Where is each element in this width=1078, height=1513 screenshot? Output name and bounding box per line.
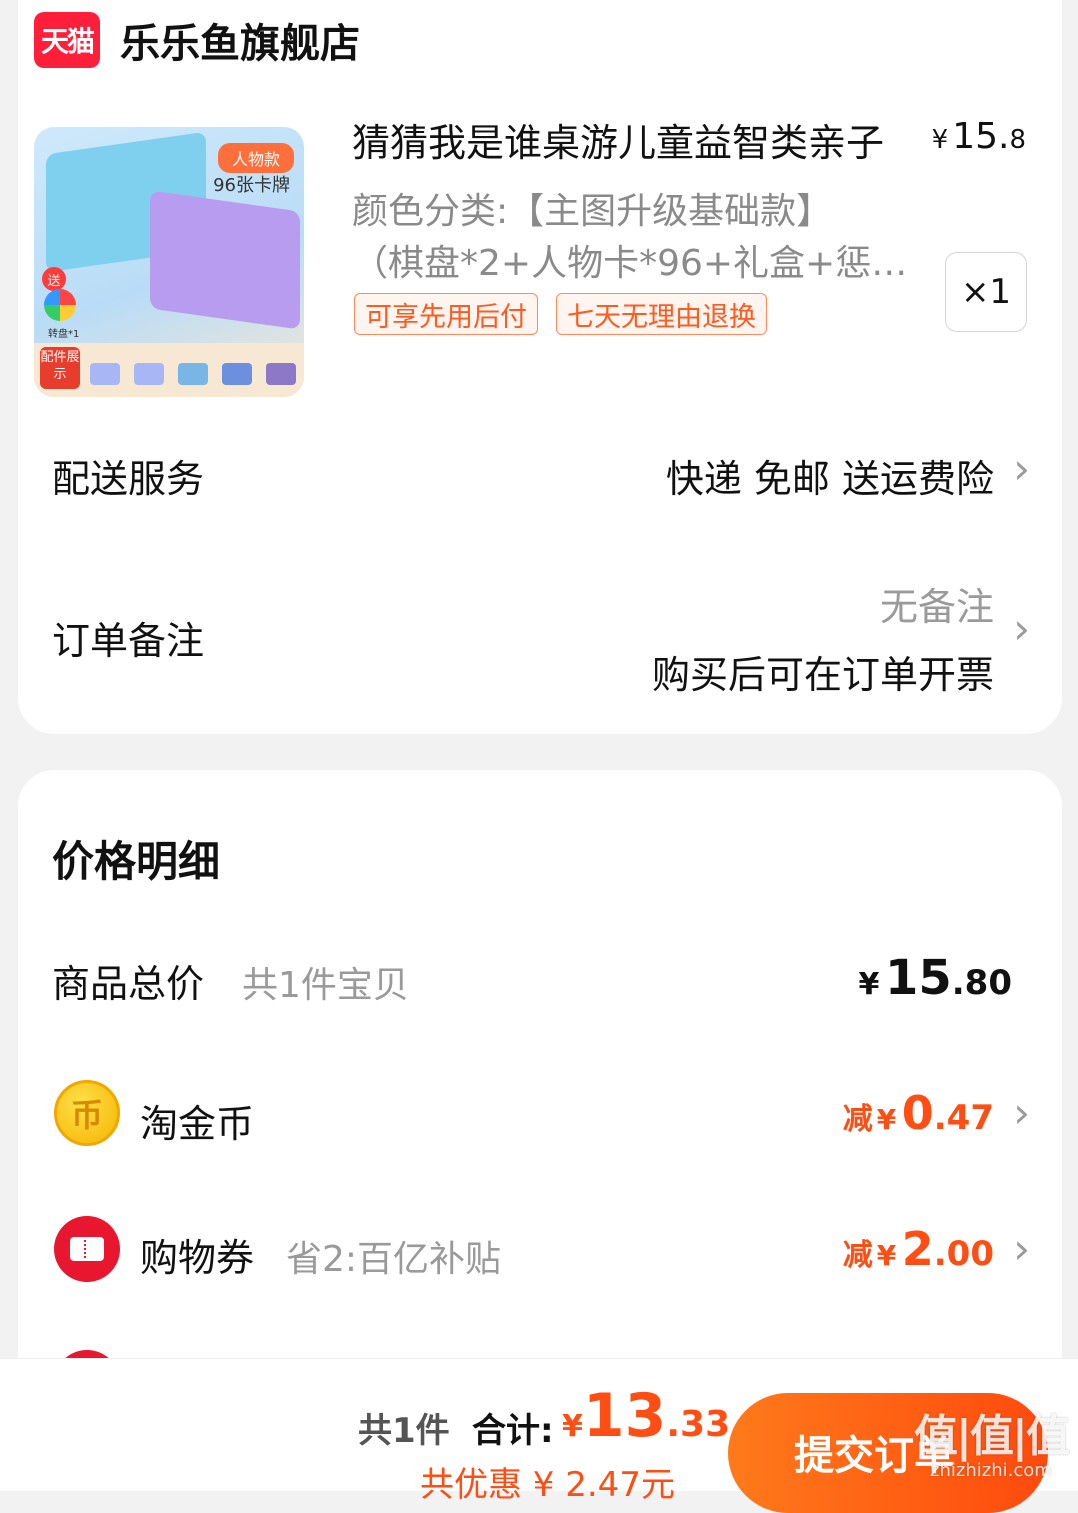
price-integer: 15 — [884, 950, 952, 1006]
part-thumb — [90, 363, 120, 385]
currency-symbol: ¥ — [876, 1239, 897, 1272]
total-saving: 共优惠 ¥ 2.47元 — [420, 1465, 675, 1505]
discount-prefix: 减 — [842, 1238, 873, 1273]
board-graphic — [150, 190, 300, 330]
price-integer: 2 — [901, 1222, 934, 1276]
price-integer: 13 — [582, 1381, 667, 1451]
price-decimal: .80 — [951, 963, 1012, 1003]
total-price: ¥13.33 — [562, 1381, 730, 1451]
taojinbi-coin-icon: 币 — [54, 1080, 120, 1146]
price-integer: 0 — [901, 1086, 934, 1140]
image-subtag: 96张卡牌 — [213, 175, 290, 196]
parts-label: 配件展示 — [40, 347, 80, 389]
price-decimal: 8 — [1009, 125, 1026, 155]
goods-total-value: ¥ 15.80 — [859, 950, 1012, 1006]
gift-label: 送 — [42, 267, 66, 291]
coupon-ticket-icon — [54, 1216, 120, 1282]
currency-symbol: ¥ — [931, 125, 949, 155]
product-image[interactable]: 人物款 96张卡牌 送 转盘*1 配件展示 — [34, 127, 304, 397]
return-policy-badge: 七天无理由退换 — [556, 293, 767, 335]
invoice-hint: 购买后可在订单开票 — [651, 653, 994, 697]
total-label: 合计: — [472, 1411, 554, 1451]
remark-value: 无备注 — [879, 585, 994, 629]
currency-symbol: ¥ — [858, 967, 880, 1002]
coupon-label: 购物券 — [140, 1236, 255, 1280]
price-integer: 15. — [952, 116, 1010, 157]
product-title[interactable]: 猜猜我是谁桌游儿童益智类亲子 — [352, 112, 884, 167]
delivery-label: 配送服务 — [52, 457, 205, 501]
spinner-label: 转盘*1 — [48, 329, 80, 340]
goods-total-label: 商品总价 — [52, 962, 205, 1006]
watermark-logo: 值|值|值 — [913, 1411, 1070, 1462]
quantity-stepper[interactable]: ×1 — [945, 252, 1027, 332]
spinner-graphic — [44, 289, 76, 321]
taojinbi-discount: 减 ¥ 0.47 — [843, 1086, 994, 1140]
price-decimal: .33 — [666, 1404, 731, 1445]
discount-prefix: 减 — [842, 1102, 873, 1137]
coupon-discount: 减 ¥ 2.00 — [843, 1222, 994, 1276]
chevron-right-icon: › — [1013, 1088, 1030, 1137]
part-thumb — [266, 363, 296, 385]
product-spec-detail[interactable]: （棋盘*2+人物卡*96+礼盒+惩… — [352, 234, 924, 286]
currency-symbol: ¥ — [562, 1409, 583, 1444]
price-detail-title: 价格明细 — [52, 837, 221, 886]
watermark-url: zhizhizhi.com — [930, 1460, 1052, 1481]
price-decimal: .47 — [933, 1098, 994, 1138]
product-spec[interactable]: 颜色分类:【主图升级基础款】 — [352, 182, 832, 234]
part-thumb — [222, 363, 252, 385]
delivery-value: 快递 免邮 送运费险 — [665, 457, 994, 501]
part-thumb — [178, 363, 208, 385]
item-count: 共1件 — [358, 1411, 450, 1451]
goods-count: 共1件宝贝 — [242, 965, 409, 1006]
tmall-logo: 天猫 — [34, 12, 100, 68]
chevron-right-icon: › — [1013, 604, 1030, 653]
remark-label: 订单备注 — [52, 619, 205, 663]
coupon-sub: 省2:百亿补贴 — [286, 1239, 502, 1280]
price-decimal: .00 — [933, 1234, 994, 1274]
watermark: 值|值|值 zhizhizhi.com — [913, 1400, 1070, 1481]
part-thumb — [134, 363, 164, 385]
parts-strip: 配件展示 — [34, 343, 304, 397]
chevron-right-icon: › — [1013, 1224, 1030, 1273]
product-price: ¥15.8 — [932, 116, 1026, 157]
currency-symbol: ¥ — [876, 1103, 897, 1136]
pay-later-badge: 可享先用后付 — [354, 293, 538, 335]
image-tag: 人物款 — [217, 143, 294, 173]
chevron-right-icon: › — [1013, 444, 1030, 493]
store-name[interactable]: 乐乐鱼旗舰店 — [120, 11, 360, 69]
store-header[interactable]: 天猫 乐乐鱼旗舰店 — [34, 10, 360, 70]
taojinbi-label: 淘金币 — [140, 1102, 255, 1146]
